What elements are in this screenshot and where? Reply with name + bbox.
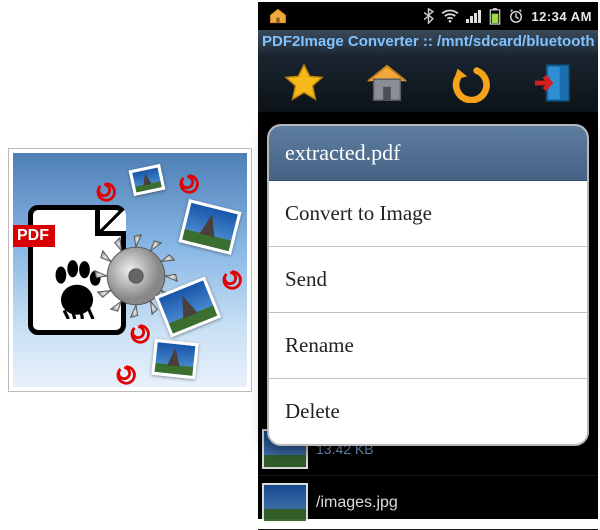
photo-icon: [129, 164, 166, 196]
status-time: 12:34 AM: [531, 9, 592, 24]
swirl-icon: [95, 181, 117, 203]
menu-item-convert[interactable]: Convert to Image: [269, 181, 587, 247]
swirl-icon: [129, 323, 151, 345]
dialog-title: extracted.pdf: [269, 126, 587, 181]
context-menu-dialog: extracted.pdf Convert to Image Send Rena…: [267, 124, 589, 446]
menu-item-rename[interactable]: Rename: [269, 313, 587, 379]
app-icon-container: PDF: [8, 148, 252, 392]
exit-button[interactable]: [525, 58, 581, 108]
phone-frame: 12:34 AM PDF2Image Converter :: /mnt/sdc…: [258, 2, 598, 519]
app-title-bar: PDF2Image Converter :: /mnt/sdcard/bluet…: [258, 30, 598, 54]
swirl-icon: [115, 364, 137, 386]
home-indicator-icon: [268, 7, 288, 25]
status-bar: 12:34 AM: [258, 2, 598, 30]
alarm-icon: [508, 8, 524, 24]
app-icon: PDF: [9, 149, 251, 391]
app-area: PDF2Image Converter :: /mnt/sdcard/bluet…: [258, 30, 598, 519]
menu-item-send[interactable]: Send: [269, 247, 587, 313]
home-button[interactable]: [359, 58, 415, 108]
back-button[interactable]: [442, 58, 498, 108]
menu-item-delete[interactable]: Delete: [269, 379, 587, 444]
photo-icon: [178, 199, 241, 255]
toolbar: [258, 54, 598, 112]
photo-icon: [151, 339, 199, 379]
signal-icon: [466, 9, 482, 23]
swirl-icon: [178, 173, 200, 195]
favorites-button[interactable]: [276, 58, 332, 108]
bluetooth-icon: [423, 8, 434, 24]
pdf-badge: PDF: [11, 225, 55, 247]
swirl-icon: [221, 269, 243, 291]
wifi-icon: [441, 9, 459, 23]
battery-icon: [489, 8, 501, 25]
